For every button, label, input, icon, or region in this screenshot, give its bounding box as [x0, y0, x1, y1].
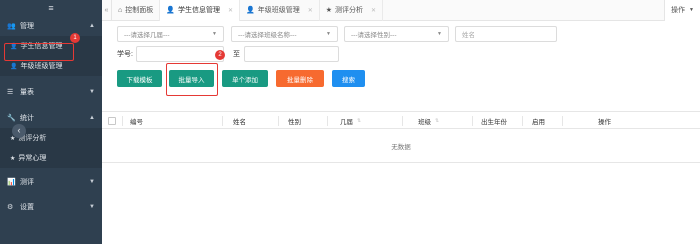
grade-select[interactable]: ---请选择几届--- ▼	[117, 26, 224, 42]
sidebar-group-label: 设置	[20, 204, 34, 211]
chart-icon: 📊	[7, 179, 16, 186]
table-header: 编号 姓名 性别 几届 ⇅ 班级 ⇅ 出生年份 启用 操作	[102, 111, 700, 129]
column-label: 编号	[130, 119, 143, 126]
tab-dashboard[interactable]: ⌂ 控制面板	[112, 0, 161, 21]
column-header-birth-year[interactable]: 出生年份	[481, 112, 507, 130]
caret-down-icon: ▼	[326, 31, 331, 37]
tab-label: 控制面板	[125, 7, 154, 14]
student-no-to-input[interactable]	[244, 46, 339, 62]
to-label: 至	[233, 51, 240, 58]
name-input-placeholder: 姓名	[462, 32, 475, 39]
column-label: 启用	[532, 119, 545, 126]
tab-bar: « ⌂ 控制面板 👤 学生信息管理 ✕ 👤 年级班级管理 ✕ ★ 测评分析 ✕ …	[102, 0, 700, 21]
user-icon: 👤	[245, 7, 255, 14]
sidebar-item-abnormal-psych[interactable]: ★ 异常心理	[0, 148, 102, 168]
tab-actions-label: 操作	[671, 7, 686, 14]
column-header-gender[interactable]: 性别	[288, 112, 301, 130]
sort-icon: ⇅	[435, 118, 440, 124]
sidebar-group-test[interactable]: 📊 测评 ▼	[0, 172, 102, 192]
student-no-from-input[interactable]	[136, 46, 224, 62]
step-badge-2: 2	[215, 50, 225, 60]
sidebar-group-label: 测评	[20, 179, 34, 186]
menu-toggle-icon[interactable]: ≡	[0, 0, 102, 16]
sidebar-item-label: 年级班级管理	[20, 63, 63, 70]
home-icon: ⌂	[118, 6, 123, 14]
download-template-button[interactable]: 下载模板	[117, 70, 162, 87]
tab-test-analysis[interactable]: ★ 测评分析 ✕	[320, 0, 384, 21]
name-input[interactable]: 姓名	[455, 26, 557, 42]
sidebar-group-label: 管理	[20, 23, 34, 30]
gear-icon: ⚙	[7, 204, 14, 211]
class-select-text: ---请选择班级名称---	[238, 32, 297, 39]
column-label: 操作	[598, 119, 611, 126]
tab-grade-class[interactable]: 👤 年级班级管理 ✕	[240, 0, 320, 21]
column-label: 出生年份	[481, 119, 507, 126]
tab-label: 年级班级管理	[257, 7, 300, 14]
column-header-class[interactable]: 班级 ⇅	[418, 112, 439, 130]
grade-select-text: ---请选择几届---	[124, 32, 170, 39]
tab-actions-dropdown[interactable]: 操作 ▼	[664, 0, 700, 21]
list-icon: ☰	[7, 89, 14, 96]
sidebar-group-label: 量表	[20, 89, 34, 96]
student-no-label: 学号:	[117, 51, 133, 58]
tab-scroll-left-icon[interactable]: «	[102, 0, 112, 21]
chevron-down-icon: ▼	[89, 89, 95, 95]
caret-down-icon: ▼	[212, 31, 217, 37]
wrench-icon: 🔧	[7, 115, 16, 122]
column-label: 姓名	[233, 119, 246, 126]
close-icon[interactable]: ✕	[371, 7, 376, 14]
column-header-actions: 操作	[598, 112, 611, 130]
student-table: 编号 姓名 性别 几届 ⇅ 班级 ⇅ 出生年份 启用 操作 无数据	[102, 111, 700, 163]
tab-label: 学生信息管理	[177, 7, 220, 14]
chevron-up-icon: ▲	[89, 115, 95, 121]
step-badge-1: 1	[70, 33, 80, 43]
table-empty-row: 无数据	[102, 129, 700, 163]
column-label: 班级	[418, 119, 431, 126]
caret-down-icon: ▼	[437, 31, 442, 37]
tab-student-info[interactable]: 👤 学生信息管理 ✕	[160, 0, 240, 21]
star-icon: ★	[325, 7, 333, 14]
chevron-up-icon: ▲	[89, 23, 95, 29]
caret-down-icon: ▼	[689, 7, 694, 13]
empty-text: 无数据	[391, 143, 411, 151]
sort-icon: ⇅	[357, 118, 362, 124]
chevron-down-icon: ▼	[89, 204, 95, 210]
select-all-checkbox[interactable]	[108, 117, 116, 125]
user-icon: 👤	[10, 63, 18, 70]
column-label: 性别	[288, 119, 301, 126]
users-icon: 👥	[7, 23, 16, 30]
gender-select[interactable]: ---请选择性别--- ▼	[344, 26, 449, 42]
column-label: 几届	[340, 119, 353, 126]
close-icon[interactable]: ✕	[228, 7, 233, 14]
column-header-id[interactable]: 编号	[130, 112, 143, 130]
close-icon[interactable]: ✕	[308, 7, 313, 14]
user-icon: 👤	[166, 7, 175, 14]
chevron-down-icon: ▼	[89, 179, 95, 185]
gender-select-text: ---请选择性别---	[351, 32, 397, 39]
column-header-name[interactable]: 姓名	[233, 112, 246, 130]
collapse-sidebar-button[interactable]: ‹	[12, 124, 26, 138]
sidebar-item-label: 异常心理	[18, 155, 47, 162]
single-add-button[interactable]: 单个添加	[222, 70, 268, 87]
star-icon: ★	[10, 155, 16, 162]
sidebar-group-manage[interactable]: 👥 管理 ▲	[0, 16, 102, 36]
tab-label: 测评分析	[335, 7, 364, 14]
class-select[interactable]: ---请选择班级名称--- ▼	[231, 26, 338, 42]
column-header-enabled[interactable]: 启用	[532, 112, 545, 130]
column-header-grade[interactable]: 几届 ⇅	[340, 112, 361, 130]
sidebar-group-settings[interactable]: ⚙ 设置 ▼	[0, 197, 102, 217]
batch-delete-button[interactable]: 批量删除	[276, 70, 324, 87]
sidebar: ≡ 👥 管理 ▲ 👤 学生信息管理 👤 年级班级管理 ☰ 量表 ▼ 🔧 统计 ▲…	[0, 0, 102, 244]
search-button[interactable]: 搜索	[332, 70, 365, 87]
sidebar-group-label: 统计	[20, 115, 34, 122]
sidebar-group-scale[interactable]: ☰ 量表 ▼	[0, 82, 102, 102]
highlight-box-student-info	[4, 43, 74, 61]
highlight-box-batch-import	[166, 63, 218, 96]
